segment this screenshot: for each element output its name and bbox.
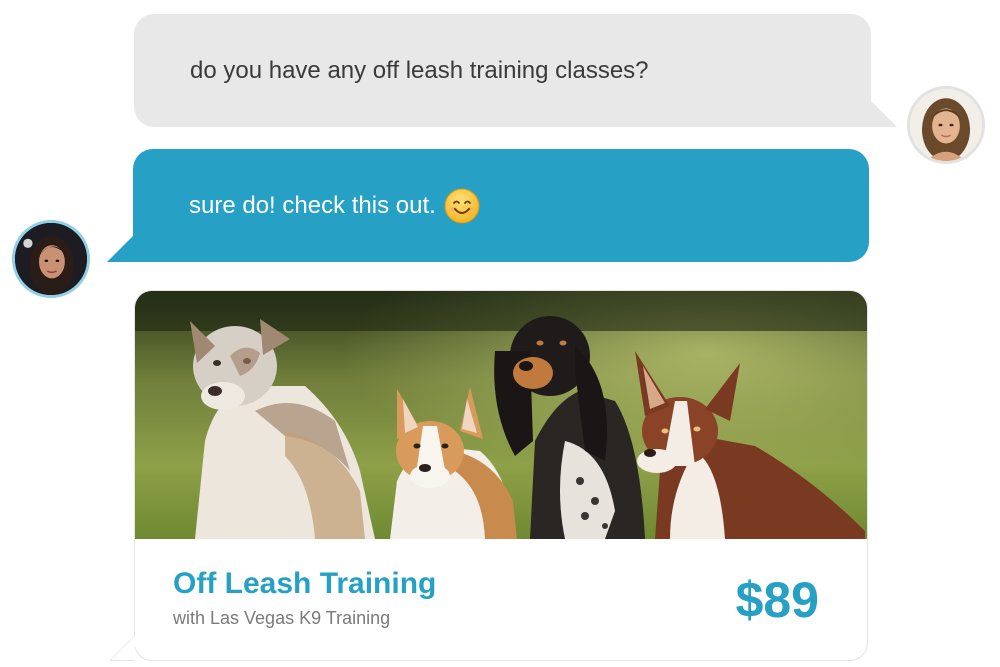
customer-bubble-tail-base (841, 101, 871, 127)
business-message-content: sure do! check this out. (189, 149, 480, 262)
business-avatar[interactable] (12, 220, 90, 298)
business-avatar-image (15, 223, 87, 295)
customer-bubble-tail (871, 101, 897, 127)
customer-avatar[interactable] (907, 86, 985, 164)
business-bubble-tail-base (133, 236, 163, 262)
customer-message-text: do you have any off leash training class… (190, 56, 649, 84)
business-bubble-tail (107, 236, 133, 262)
card-title: Off Leash Training (173, 567, 437, 600)
card-bubble-tail (111, 636, 135, 660)
business-message-text: sure do! check this out. (189, 191, 436, 219)
product-card[interactable]: Off Leash Training with Las Vegas K9 Tra… (109, 290, 868, 661)
business-message-bubble: sure do! check this out. (107, 149, 869, 262)
dogs-photo-image (135, 291, 867, 539)
customer-avatar-image (910, 89, 982, 161)
dogs-photo[interactable] (135, 291, 867, 539)
customer-message-bubble: do you have any off leash training class… (134, 14, 897, 127)
card-subtitle: with Las Vegas K9 Training (173, 608, 391, 628)
card-price: $89 (735, 572, 819, 628)
smiling-face-emoji-icon (444, 188, 480, 224)
